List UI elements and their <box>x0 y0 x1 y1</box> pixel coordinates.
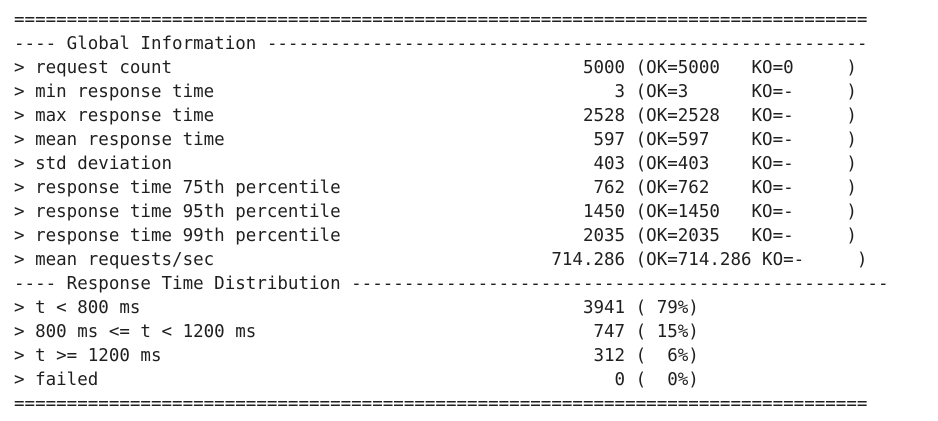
section-header-response-time-distribution: ---- Response Time Distribution --------… <box>14 274 889 294</box>
dist-row-under-800ms: > t < 800 ms 3941 ( 79%) <box>14 298 699 318</box>
separator-line-bottom: ========================================… <box>14 394 868 414</box>
section-header-global-information: ---- Global Information ----------------… <box>14 34 868 54</box>
dist-row-over-1200ms: > t >= 1200 ms 312 ( 6%) <box>14 346 699 366</box>
stat-row-75th-percentile: > response time 75th percentile 762 (OK=… <box>14 178 857 198</box>
gatling-report-output: ========================================… <box>14 8 888 416</box>
stat-row-mean-requests-per-sec: > mean requests/sec 714.286 (OK=714.286 … <box>14 250 868 270</box>
stat-row-95th-percentile: > response time 95th percentile 1450 (OK… <box>14 202 857 222</box>
dist-row-800-to-1200ms: > 800 ms <= t < 1200 ms 747 ( 15%) <box>14 322 699 342</box>
stat-row-request-count: > request count 5000 (OK=5000 KO=0 ) <box>14 58 857 78</box>
stat-row-mean-response-time: > mean response time 597 (OK=597 KO=- ) <box>14 130 857 150</box>
stat-row-min-response-time: > min response time 3 (OK=3 KO=- ) <box>14 82 857 102</box>
stat-row-max-response-time: > max response time 2528 (OK=2528 KO=- ) <box>14 106 857 126</box>
dist-row-failed: > failed 0 ( 0%) <box>14 370 699 390</box>
stat-row-99th-percentile: > response time 99th percentile 2035 (OK… <box>14 226 857 246</box>
stat-row-std-deviation: > std deviation 403 (OK=403 KO=- ) <box>14 154 857 174</box>
separator-line-top: ========================================… <box>14 10 868 30</box>
